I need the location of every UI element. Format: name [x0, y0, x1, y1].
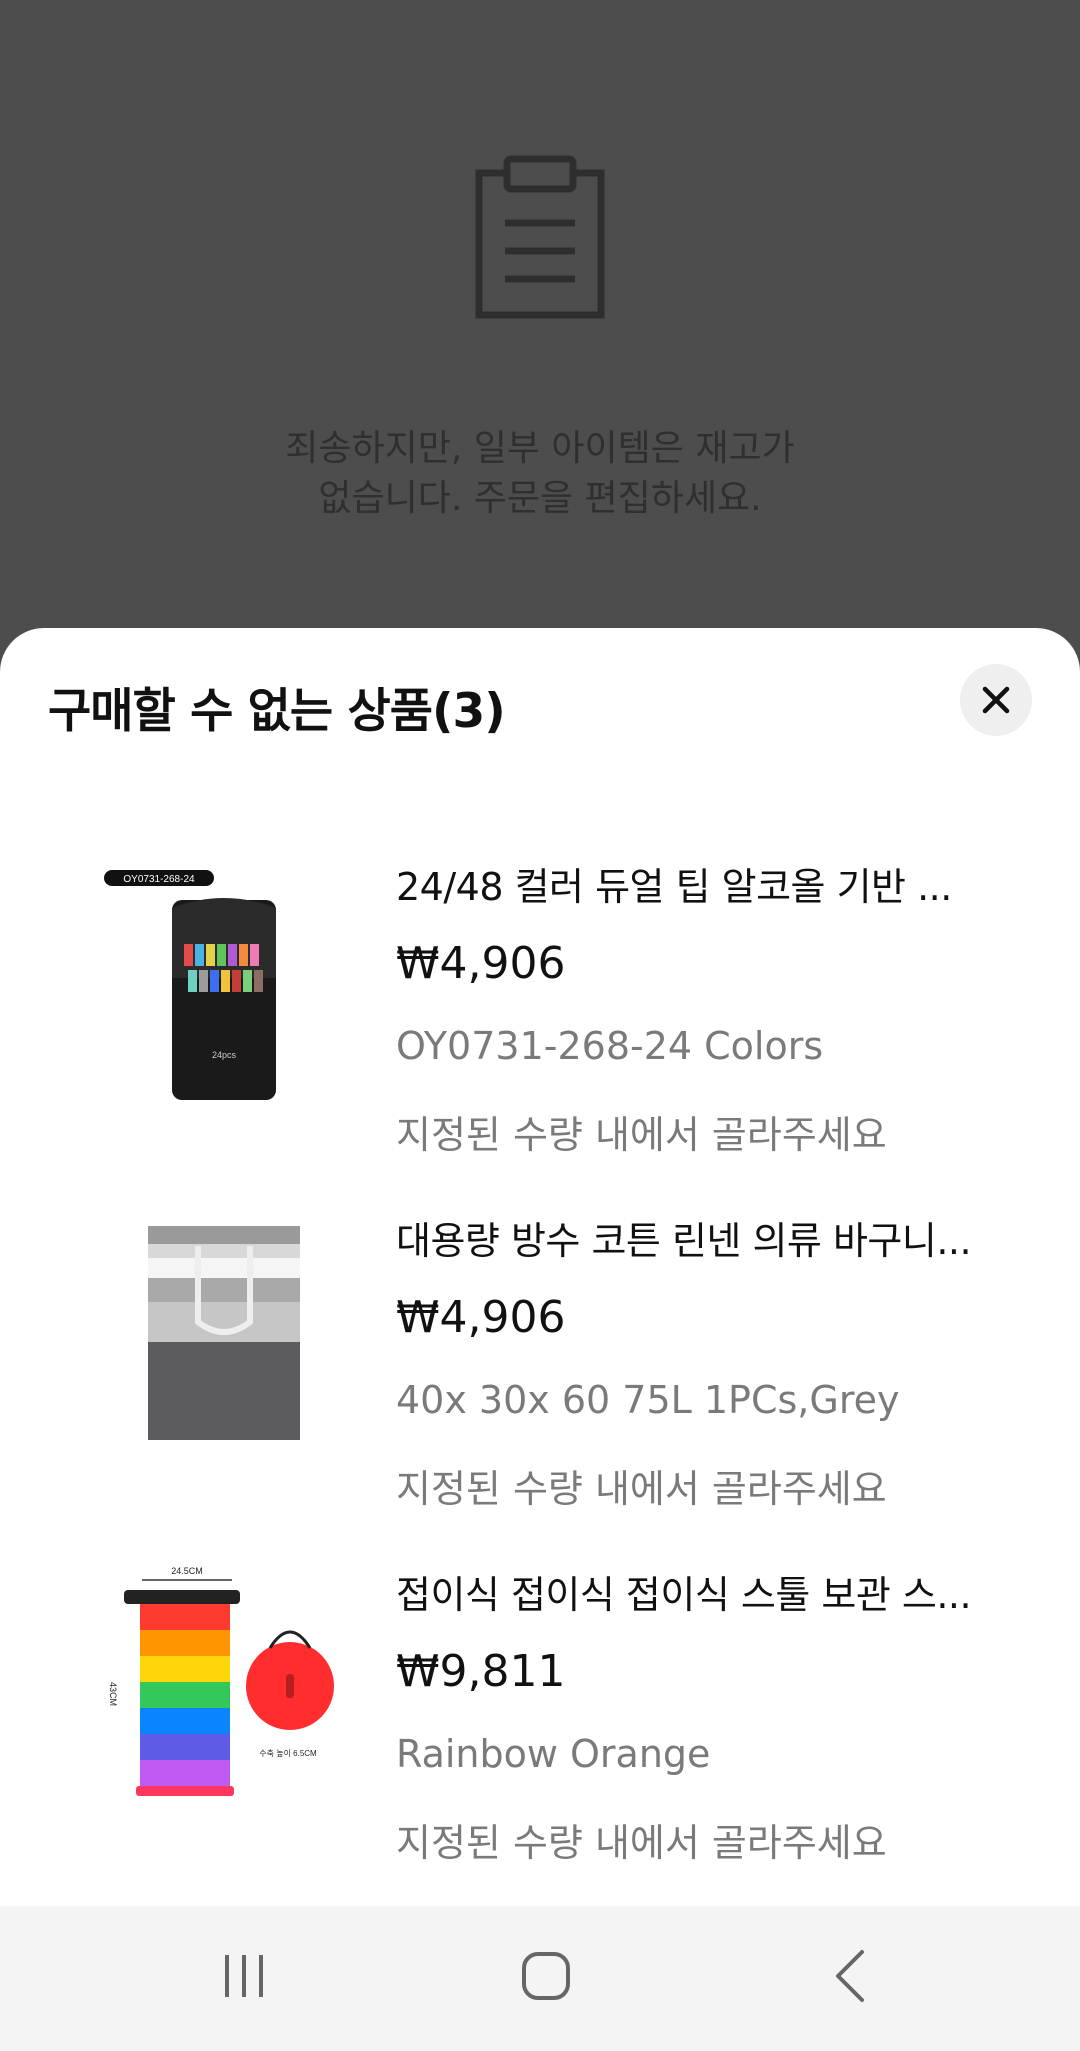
list-item[interactable]: OY0731-268-24 24pcs 24/48 컬러 듀얼 팁 알코올 기반… — [0, 828, 1080, 1158]
background-screen: 죄송하지만, 일부 아이템은 재고가 없습니다. 주문을 편집하세요. — [0, 0, 1080, 660]
item-name[interactable]: 24/48 컬러 듀얼 팁 알코올 기반 ... — [396, 856, 996, 911]
quantity-warning: 지정된 수량 내에서 골라주세요 — [396, 1467, 887, 1511]
thumb-top: 24.5CM — [171, 1566, 203, 1576]
system-nav-bar — [0, 1906, 1080, 2051]
home-icon — [522, 1952, 570, 2000]
item-name[interactable]: 접이식 접이식 접이식 스툴 보관 스... — [396, 1564, 996, 1619]
thumb-text: 24pcs — [212, 1050, 237, 1060]
item-option: Rainbow Orange — [396, 1732, 711, 1776]
clipboard-icon — [475, 155, 605, 319]
recents-button[interactable] — [194, 1936, 294, 2016]
thumb-bottom: 수축 높이 6.5CM — [259, 1748, 317, 1758]
list-item[interactable]: 24.5CM 43CM 수축 높이 6.5CM 접이식 접이식 접이식 스툴 보… — [0, 1536, 1080, 1866]
item-option: 40x 30x 60 75L 1PCs,Grey — [396, 1378, 900, 1422]
item-price: ₩4,906 — [396, 938, 566, 989]
list-item[interactable]: 대용량 방수 코튼 린넨 의류 바구니... ₩4,906 40x 30x 60… — [0, 1182, 1080, 1512]
back-button[interactable] — [800, 1936, 900, 2016]
item-name[interactable]: 대용량 방수 코튼 린넨 의류 바구니... — [396, 1210, 996, 1265]
unavailable-items-sheet: 구매할 수 없는 상품(3) OY0731-268-24 24pcs 24/48… — [0, 628, 1080, 1906]
product-image-basket — [148, 1226, 300, 1440]
recents-icon — [225, 1955, 263, 1997]
item-price: ₩9,811 — [396, 1646, 566, 1697]
thumb-label: OY0731-268-24 — [123, 874, 195, 885]
item-price: ₩4,906 — [396, 1292, 566, 1343]
sheet-title: 구매할 수 없는 상품(3) — [48, 684, 506, 739]
product-image-stool: 24.5CM 43CM 수축 높이 6.5CM — [108, 1566, 334, 1796]
out-of-stock-message: 죄송하지만, 일부 아이템은 재고가 없습니다. 주문을 편집하세요. — [285, 428, 795, 519]
thumb-side: 43CM — [108, 1682, 118, 1706]
product-image-marker-set: OY0731-268-24 24pcs — [104, 870, 276, 1100]
home-button[interactable] — [496, 1936, 596, 2016]
close-icon — [982, 686, 1010, 714]
back-icon — [836, 1950, 864, 2002]
quantity-warning: 지정된 수량 내에서 골라주세요 — [396, 1113, 887, 1157]
quantity-warning: 지정된 수량 내에서 골라주세요 — [396, 1821, 887, 1865]
close-button[interactable] — [960, 664, 1032, 736]
item-option: OY0731-268-24 Colors — [396, 1024, 824, 1068]
